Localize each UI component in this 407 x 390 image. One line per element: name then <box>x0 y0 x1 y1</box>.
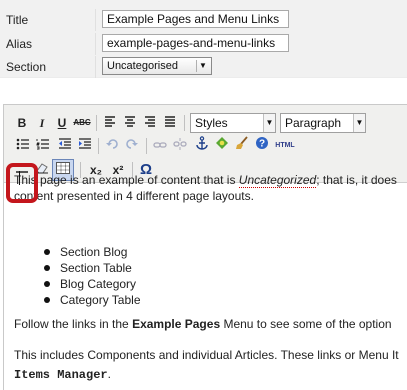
paragraph-includes-end: . <box>107 367 111 381</box>
items-manager-text: Items Manager <box>14 368 108 382</box>
list-item: Section Blog <box>44 244 141 260</box>
uncategorized-text: Uncategorized <box>238 173 317 188</box>
paragraph-intro-start: This page is an example of content that … <box>14 173 239 187</box>
list-item: Blog Category <box>44 276 141 292</box>
list-item: Category Table <box>44 292 141 308</box>
paragraph-follow-links: Follow the links in the Example Pages Me… <box>14 316 392 332</box>
paragraph-follow-end: Menu to see some of the option <box>220 317 392 331</box>
cursor-highlight-callout <box>6 163 38 203</box>
paragraph-intro: This page is an example of content that … <box>14 172 397 188</box>
example-pages-text: Example Pages <box>132 317 221 331</box>
paragraph-follow-start: Follow the links in the <box>14 317 133 331</box>
paragraph-includes-line2: Items Manager. <box>14 366 111 383</box>
paragraph-intro-end: ; that is, it does <box>316 173 397 187</box>
layout-list: Section Blog Section Table Blog Category… <box>44 244 141 308</box>
text-cursor <box>19 171 20 185</box>
paragraph-intro-line2: content presented in 4 different page la… <box>14 189 254 203</box>
editor-body-text[interactable]: This page is an example of content that … <box>0 0 407 390</box>
paragraph-includes: This includes Components and individual … <box>14 348 399 362</box>
list-item: Section Table <box>44 260 141 276</box>
